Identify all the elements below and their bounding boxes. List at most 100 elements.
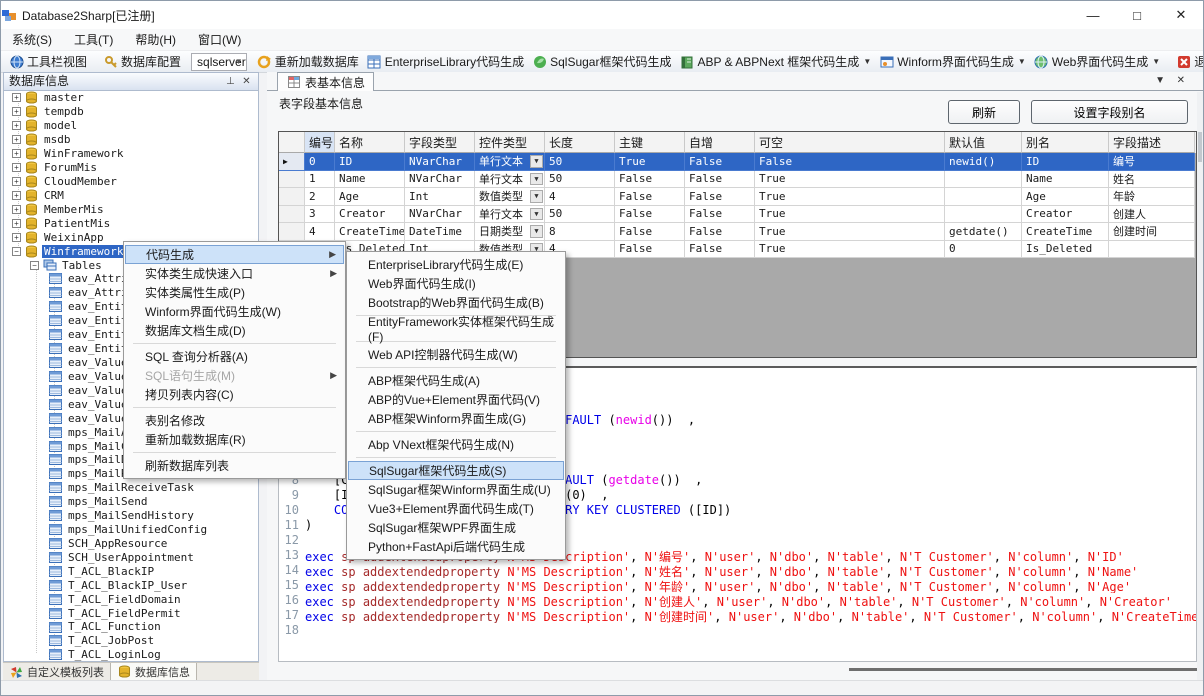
tab-table-basic-info[interactable]: 表基本信息 [277, 72, 374, 91]
tree-item-WinFramework[interactable]: +WinFramework [4, 147, 258, 161]
tree-item-T_ACL_FieldDomain[interactable]: T_ACL_FieldDomain [4, 592, 258, 606]
cell-inc[interactable]: False [685, 206, 755, 224]
vertical-scrollbar[interactable] [1197, 92, 1203, 680]
cell-pk[interactable]: False [615, 188, 685, 206]
column-header-control[interactable]: 控件类型 [475, 132, 545, 153]
menu-S[interactable]: 系统(S) [1, 29, 63, 51]
submenu-item-ABP框架Winform界面生成-G-[interactable]: ABP框架Winform界面生成(G) [348, 409, 564, 428]
menu-W[interactable]: 窗口(W) [187, 29, 252, 51]
menu-H[interactable]: 帮助(H) [124, 29, 187, 51]
cell-def[interactable]: 0 [945, 241, 1022, 259]
table-row[interactable]: 2AgeInt数值类型▼4FalseFalseTrueAge年龄 [279, 188, 1196, 206]
pin-icon[interactable]: ⊥ [223, 75, 238, 89]
column-header-name[interactable]: 名称 [335, 132, 405, 153]
set-field-alias-button[interactable]: 设置字段别名 [1031, 100, 1188, 124]
cell-alias[interactable]: CreateTime [1022, 223, 1109, 241]
cell-inc[interactable]: False [685, 188, 755, 206]
cell-name[interactable]: Age [335, 188, 405, 206]
menu-item-拷贝列表内容-C-[interactable]: 拷贝列表内容(C) [125, 385, 344, 404]
column-header-sel[interactable] [279, 132, 305, 153]
menu-item-重新加载数据库-R-[interactable]: 重新加载数据库(R) [125, 430, 344, 449]
submenu-item-Abp-VNext框架代码生成-N-[interactable]: Abp VNext框架代码生成(N) [348, 435, 564, 454]
cell-alias[interactable]: Age [1022, 188, 1109, 206]
cell-def[interactable] [945, 206, 1022, 224]
toolbar-exit-button[interactable]: 退出 [1172, 52, 1204, 72]
menu-T[interactable]: 工具(T) [63, 29, 124, 51]
chevron-down-icon[interactable]: ▼ [1018, 57, 1026, 66]
expand-icon[interactable]: + [12, 191, 21, 200]
table-row[interactable]: 3CreatorNVarChar单行文本▼50FalseFalseTrueCre… [279, 206, 1196, 224]
menu-item-实体类属性生成-P-[interactable]: 实体类属性生成(P) [125, 283, 344, 302]
cell-nullable[interactable]: True [755, 188, 945, 206]
tree-item-master[interactable]: +master [4, 91, 258, 105]
tree-item-mps_MailReceiveTask[interactable]: mps_MailReceiveTask [4, 481, 258, 495]
cell-def[interactable]: getdate() [945, 223, 1022, 241]
database-type-combo[interactable]: sqlserver▼ [191, 53, 247, 71]
horizontal-scrollbar[interactable] [849, 668, 1197, 671]
cell-alias[interactable]: Name [1022, 171, 1109, 189]
expand-icon[interactable]: + [12, 149, 21, 158]
cell-pk[interactable]: False [615, 171, 685, 189]
expand-icon[interactable]: + [12, 93, 21, 102]
collapse-icon[interactable]: − [30, 261, 39, 270]
cell-type[interactable]: NVarChar [405, 171, 475, 189]
cell-desc[interactable]: 年龄 [1109, 188, 1195, 206]
column-header-type[interactable]: 字段类型 [405, 132, 475, 153]
cell-pk[interactable]: False [615, 206, 685, 224]
cell-desc[interactable]: 创建人 [1109, 206, 1195, 224]
submenu-item-SqlSugar框架WPF界面生成[interactable]: SqlSugar框架WPF界面生成 [348, 518, 564, 537]
menu-item-刷新数据库列表[interactable]: 刷新数据库列表 [125, 456, 344, 475]
cell-pk[interactable]: False [615, 223, 685, 241]
cell-num[interactable]: 2 [305, 188, 335, 206]
cell-desc[interactable]: 编号 [1109, 153, 1195, 171]
tree-item-T_ACL_BlackIP[interactable]: T_ACL_BlackIP [4, 564, 258, 578]
row-selector-cell[interactable] [279, 223, 305, 241]
menu-item-代码生成[interactable]: 代码生成▶ [125, 245, 344, 264]
toolbar-entlib-button[interactable]: EnterpriseLibrary代码生成 [363, 52, 528, 72]
cell-alias[interactable]: ID [1022, 153, 1109, 171]
submenu-item-SqlSugar框架代码生成-S-[interactable]: SqlSugar框架代码生成(S) [348, 461, 564, 480]
cell-inc[interactable]: False [685, 153, 755, 171]
column-header-alias[interactable]: 别名 [1022, 132, 1109, 153]
toolbar-refresh-button[interactable]: 重新加载数据库 [253, 52, 363, 72]
cell-nullable[interactable]: True [755, 206, 945, 224]
row-selector-cell[interactable] [279, 206, 305, 224]
cell-alias[interactable]: Creator [1022, 206, 1109, 224]
cell-num[interactable]: 1 [305, 171, 335, 189]
cell-type[interactable]: NVarChar [405, 153, 475, 171]
cell-type[interactable]: DateTime [405, 223, 475, 241]
chevron-down-icon[interactable]: ▼ [530, 225, 543, 238]
cell-pk[interactable]: False [615, 241, 685, 259]
cell-control[interactable]: 单行文本▼ [475, 153, 545, 171]
panel-tab-数据库信息[interactable]: 数据库信息 [110, 663, 197, 681]
cell-len[interactable]: 4 [545, 188, 615, 206]
cell-inc[interactable]: False [685, 223, 755, 241]
tree-item-model[interactable]: +model [4, 119, 258, 133]
cell-nullable[interactable]: False [755, 153, 945, 171]
cell-control[interactable]: 单行文本▼ [475, 171, 545, 189]
cell-num[interactable]: 3 [305, 206, 335, 224]
tree-item-CRM[interactable]: +CRM [4, 188, 258, 202]
tree-item-SCH_UserAppointment[interactable]: SCH_UserAppointment [4, 550, 258, 564]
cell-control[interactable]: 数值类型▼ [475, 188, 545, 206]
tree-item-T_ACL_BlackIP_User[interactable]: T_ACL_BlackIP_User [4, 578, 258, 592]
menu-item-SQL-查询分析器-A-[interactable]: SQL 查询分析器(A) [125, 347, 344, 366]
toolbar-sqlsugar-button[interactable]: SqlSugar框架代码生成 [528, 52, 675, 72]
chevron-down-icon[interactable]: ▼ [1155, 75, 1165, 86]
cell-len[interactable]: 50 [545, 206, 615, 224]
cell-def[interactable] [945, 171, 1022, 189]
cell-name[interactable]: CreateTime [335, 223, 405, 241]
chevron-down-icon[interactable]: ▼ [530, 155, 543, 168]
tree-item-T_ACL_LoginLog[interactable]: T_ACL_LoginLog [4, 648, 258, 662]
submenu-item-Bootstrap的Web界面代码生成-B-[interactable]: Bootstrap的Web界面代码生成(B) [348, 293, 564, 312]
submenu-item-SqlSugar框架Winform界面生成-U-[interactable]: SqlSugar框架Winform界面生成(U) [348, 480, 564, 499]
expand-icon[interactable]: + [12, 163, 21, 172]
minimize-button[interactable]: — [1071, 1, 1115, 29]
cell-nullable[interactable]: True [755, 241, 945, 259]
cell-inc[interactable]: False [685, 241, 755, 259]
cell-def[interactable] [945, 188, 1022, 206]
cell-control[interactable]: 单行文本▼ [475, 206, 545, 224]
column-header-nullable[interactable]: 可空 [755, 132, 945, 153]
menu-item-实体类生成快速入口[interactable]: 实体类生成快速入口▶ [125, 264, 344, 283]
cell-len[interactable]: 8 [545, 223, 615, 241]
